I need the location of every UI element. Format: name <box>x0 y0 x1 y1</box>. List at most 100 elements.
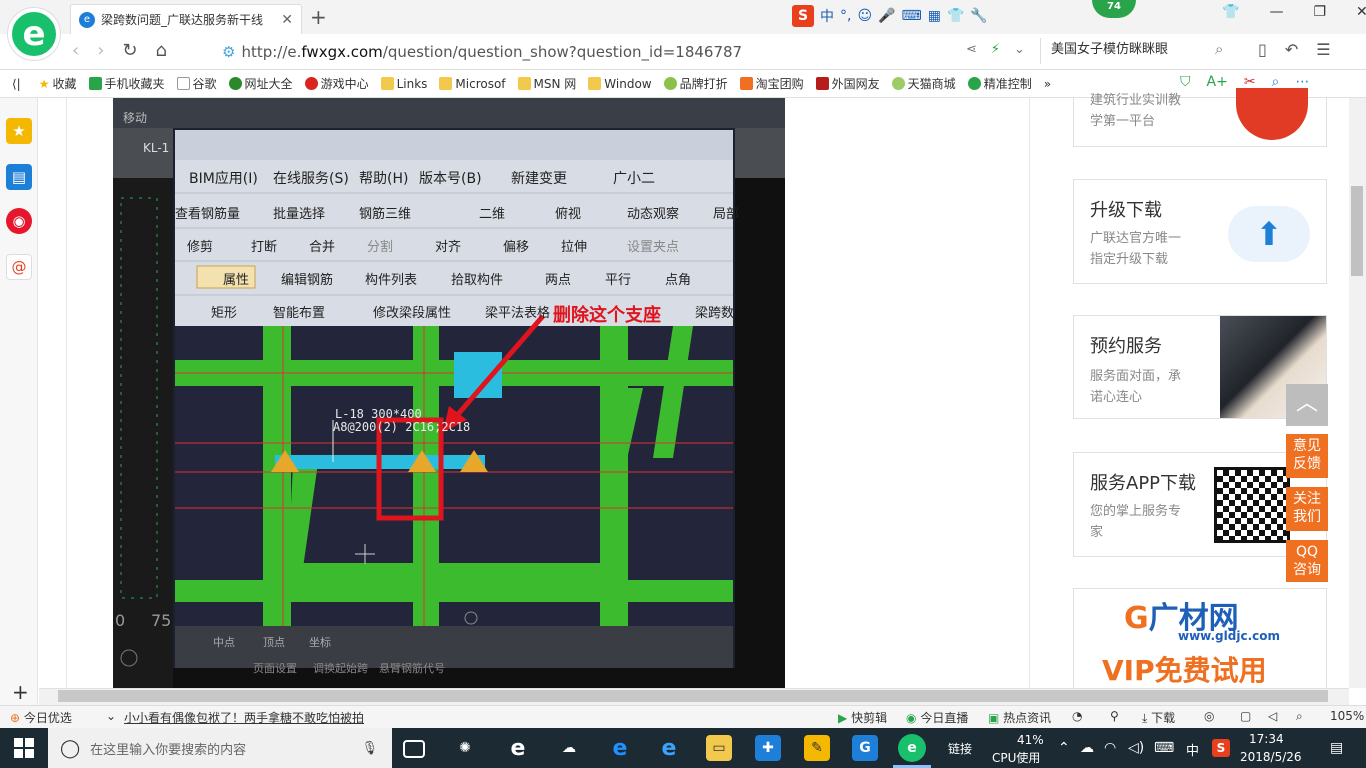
scrollbar-thumb[interactable] <box>1351 186 1363 276</box>
mail-icon[interactable]: @ <box>6 254 32 280</box>
back-icon[interactable]: ‹ <box>72 40 79 61</box>
bookmark-folder[interactable]: Microsof <box>439 77 506 91</box>
skin-icon[interactable]: 👕 <box>1222 4 1239 20</box>
download[interactable]: ⤓ 下载 <box>1142 709 1175 726</box>
bookmarks-more-icon[interactable]: » <box>1044 77 1051 91</box>
search-icon[interactable]: ⌕ <box>1215 40 1223 58</box>
bookmark-item[interactable]: 游戏中心 <box>304 75 369 92</box>
bookmark-folder[interactable]: Window <box>588 77 652 91</box>
close-icon[interactable]: ✕ <box>1356 4 1366 20</box>
quick-clip[interactable]: ▶ 快剪辑 <box>838 709 887 726</box>
keyboard-icon[interactable]: ⌨ <box>1154 740 1174 756</box>
mute-icon[interactable]: ◁ <box>1268 709 1277 723</box>
hot-news[interactable]: ▣ 热点资讯 <box>988 709 1051 726</box>
bookmark-item[interactable]: 手机收藏夹 <box>88 75 165 92</box>
add-sidebar-icon[interactable]: + <box>12 680 29 704</box>
tab-active[interactable]: e 梁跨数问题_广联达服务新干线 ✕ <box>70 4 302 34</box>
browser-logo-icon[interactable]: e <box>8 8 60 60</box>
add-app-icon[interactable]: ✚ <box>755 735 781 761</box>
browser-taskbar-icon[interactable]: e <box>898 734 926 762</box>
clean-icon[interactable]: ◎ <box>1204 709 1214 723</box>
windows-start-icon[interactable] <box>14 738 34 758</box>
hscroll-thumb[interactable] <box>58 690 1328 702</box>
ime-skin-icon[interactable]: ▦ <box>928 8 941 24</box>
cloud-icon[interactable]: ☁ <box>1080 740 1094 756</box>
window-icon[interactable]: ▢ <box>1240 709 1251 723</box>
phone-icon[interactable]: ▯ <box>1258 40 1267 59</box>
restore-icon[interactable]: ❐ <box>1313 4 1326 20</box>
weibo-icon[interactable]: ◉ <box>6 208 32 234</box>
back-to-top-icon[interactable]: ︿ <box>1286 384 1328 426</box>
zoom-level[interactable]: 105% <box>1330 709 1364 723</box>
forward-icon[interactable]: › <box>97 40 104 61</box>
fan-app-icon[interactable]: ✺ <box>452 735 478 761</box>
question-photo[interactable]: BIM应用(I) 在线服务(S) 帮助(H) 版本号(B) 新建变更 广小二 查… <box>113 98 785 688</box>
favorites-icon[interactable]: ★ <box>6 118 32 144</box>
lightning-icon[interactable]: ⚡ <box>991 42 1000 57</box>
ime-emoji-icon[interactable]: ☺ <box>857 8 872 24</box>
mic-icon[interactable]: 🎙 <box>361 741 378 756</box>
zoom-icon[interactable]: ⌕ <box>1296 709 1303 724</box>
chevron-down-icon[interactable]: ⌄ <box>106 709 116 723</box>
sogou-icon[interactable]: S <box>792 5 814 27</box>
g-app-icon[interactable]: G <box>852 735 878 761</box>
share-icon[interactable]: ⋖ <box>966 42 977 57</box>
follow-us-button[interactable]: 关注我们 <box>1286 487 1328 531</box>
wifi-icon[interactable]: ◠ <box>1104 740 1116 756</box>
taskbar-search[interactable]: ◯ 在这里输入你要搜索的内容 🎙 <box>48 728 392 768</box>
clock-date[interactable]: 2018/5/26 <box>1240 750 1302 764</box>
chevron-down-icon[interactable]: ⌄ <box>1014 42 1025 57</box>
internet-explorer-icon[interactable]: e <box>656 735 682 761</box>
ime-chinese-icon[interactable]: 中 <box>820 6 834 26</box>
news-icon[interactable]: ▤ <box>6 164 32 190</box>
window-controls[interactable]: 👕 — ❐ ✕ <box>1222 4 1366 20</box>
today-picks[interactable]: ⊕ 今日优选 <box>10 709 72 726</box>
feedback-button[interactable]: 意见反馈 <box>1286 434 1328 478</box>
tray-up-icon[interactable]: ⌃ <box>1058 740 1070 756</box>
bookmark-item[interactable]: 淘宝团购 <box>739 75 804 92</box>
cpu-usage[interactable]: 41% <box>1017 733 1044 747</box>
shield-icon[interactable]: ⛉ <box>1180 74 1191 90</box>
translate-icon[interactable]: A+ <box>1207 74 1228 90</box>
ime-voice-icon[interactable]: 🎤 <box>878 8 895 24</box>
clock-time[interactable]: 17:34 <box>1249 732 1284 746</box>
bookmark-item[interactable]: 天猫商城 <box>891 75 956 92</box>
new-tab-button[interactable]: + <box>310 5 327 29</box>
bookmark-item[interactable]: 外国网友 <box>815 75 880 92</box>
file-explorer-icon[interactable]: ▭ <box>706 735 732 761</box>
bookmark-item[interactable]: 品牌打折 <box>663 75 728 92</box>
ime-indicator[interactable]: 中 <box>1186 740 1199 759</box>
ie-e-icon[interactable]: e <box>505 735 531 761</box>
links-toolbar[interactable]: 链接 <box>948 740 972 757</box>
home-icon[interactable]: ⌂ <box>156 40 167 61</box>
card-gldjc[interactable]: G广材网 www.gldjc.com VIP免费试用 <box>1073 588 1327 688</box>
bookmark-folder[interactable]: MSN 网 <box>517 75 576 92</box>
notifications-icon[interactable]: ▤ <box>1330 740 1343 756</box>
ime-keyboard-icon[interactable]: ⌨ <box>902 8 922 24</box>
refresh-icon[interactable]: ↻ <box>122 40 137 61</box>
search-input[interactable]: 美国女子模仿眯眯眼 <box>1040 38 1242 64</box>
volume-icon[interactable]: ◁) <box>1128 740 1144 756</box>
ime-tool-icon[interactable]: 🔧 <box>970 8 987 24</box>
weather-app-icon[interactable]: ☁ <box>556 735 582 761</box>
qq-consult-button[interactable]: QQ咨询 <box>1286 540 1328 582</box>
ime-punct-icon[interactable]: °, <box>840 8 851 24</box>
news-link[interactable]: 小小看有偶像包袱了！两手拿糖不敢吃怕被拍 <box>124 709 364 726</box>
minimize-icon[interactable]: — <box>1269 4 1283 20</box>
tab-close-icon[interactable]: ✕ <box>281 12 293 28</box>
card-upgrade[interactable]: 升级下载 广联达官方唯一 指定升级下载 ⬆ <box>1073 179 1327 284</box>
speed-icon[interactable]: ◔ <box>1072 709 1082 723</box>
edge-icon[interactable]: e <box>607 735 633 761</box>
bookmark-item[interactable]: 网址大全 <box>228 75 293 92</box>
undo-icon[interactable]: ↶ <box>1285 40 1298 59</box>
bookmark-item[interactable]: 谷歌 <box>176 75 217 92</box>
sidebar-toggle-icon[interactable]: ⟨| <box>12 77 21 91</box>
url-field[interactable]: ⚙ http://e.fwxgx.com/question/question_s… <box>222 40 1036 64</box>
ime-toolbar[interactable]: S 中 °, ☺ 🎤 ⌨ ▦ 👕 🔧 <box>792 4 988 28</box>
bookmark-folder[interactable]: Links <box>380 77 427 91</box>
live[interactable]: ◉ 今日直播 <box>906 709 968 726</box>
pin-icon[interactable]: ⚲ <box>1110 709 1119 723</box>
task-view-icon[interactable] <box>403 740 425 758</box>
sogou-tray-icon[interactable]: S <box>1212 739 1230 757</box>
card-training[interactable]: 建筑行业实训教 学第一平台 <box>1073 88 1327 147</box>
